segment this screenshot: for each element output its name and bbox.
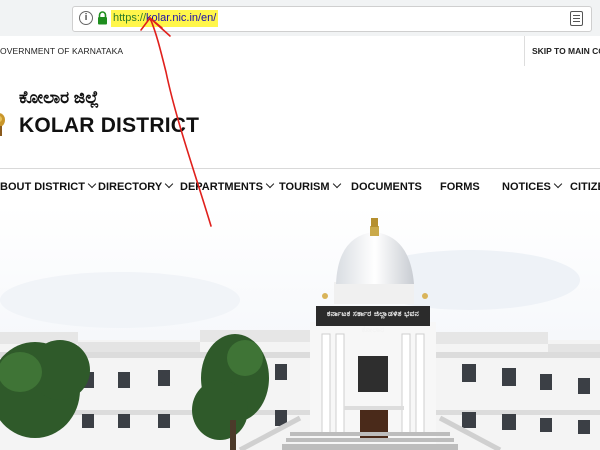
government-strip: OVERNMENT OF KARNATAKA SKIP TO MAIN CO	[0, 36, 600, 67]
nav-item-notices[interactable]: NOTICES	[502, 169, 563, 205]
skip-to-main-content-link[interactable]: SKIP TO MAIN CO	[524, 36, 600, 66]
nav-item-directory[interactable]: DIRECTORY	[98, 169, 174, 205]
nav-item-about-district[interactable]: BOUT DISTRICT	[0, 169, 97, 205]
nav-item-tourism[interactable]: TOURISM	[279, 169, 341, 205]
browser-toolbar: i https://kolar.nic.in/en/	[0, 0, 600, 37]
info-icon[interactable]: i	[79, 11, 93, 25]
url-text[interactable]: https://kolar.nic.in/en/	[111, 10, 219, 27]
chevron-down-icon	[332, 179, 341, 189]
government-label[interactable]: OVERNMENT OF KARNATAKA	[0, 36, 123, 66]
nav-label: DEPARTMENTS	[180, 181, 263, 193]
site-title-english[interactable]: KOLAR DISTRICT	[19, 114, 199, 138]
chevron-down-icon	[87, 179, 97, 189]
nav-label: NOTICES	[502, 181, 551, 193]
nav-label: FORMS	[440, 181, 480, 193]
nav-item-departments[interactable]: DEPARTMENTS	[180, 169, 275, 205]
site-header: ಕೋಲಾರ ಜಿಲ್ಲೆ KOLAR DISTRICT	[0, 66, 600, 168]
nav-item-citizen[interactable]: CITIZE	[570, 169, 600, 205]
reader-mode-icon[interactable]	[570, 11, 583, 26]
chevron-down-icon	[553, 179, 563, 189]
nav-label: CITIZE	[570, 181, 600, 193]
url-protocol: https://	[113, 12, 147, 24]
main-navigation: BOUT DISTRICT DIRECTORY DEPARTMENTS TOUR…	[0, 168, 600, 206]
address-bar[interactable]: i https://kolar.nic.in/en/	[72, 6, 592, 32]
state-emblem-icon[interactable]	[0, 110, 6, 140]
site-title-kannada[interactable]: ಕೋಲಾರ ಜಿಲ್ಲೆ	[19, 88, 99, 108]
building-name-board: ಕರ್ನಾಟಕ ಸರ್ಕಾರ ಜಿಲ್ಲಾಡಳಿತ ಭವನ ಕೋಲಾರ	[326, 309, 420, 334]
nav-label: DOCUMENTS	[351, 181, 422, 193]
nav-label: TOURISM	[279, 181, 330, 193]
district-office-building-image	[0, 205, 600, 450]
lock-icon	[98, 11, 107, 25]
nav-label: DIRECTORY	[98, 181, 163, 193]
chevron-down-icon	[265, 179, 275, 189]
url-host-path: kolar.nic.in/en/	[146, 12, 217, 24]
hero-banner-image	[0, 205, 600, 450]
nav-label: BOUT DISTRICT	[0, 181, 85, 193]
chevron-down-icon	[164, 179, 174, 189]
nav-item-forms[interactable]: FORMS	[440, 169, 480, 205]
nav-item-documents[interactable]: DOCUMENTS	[351, 169, 422, 205]
